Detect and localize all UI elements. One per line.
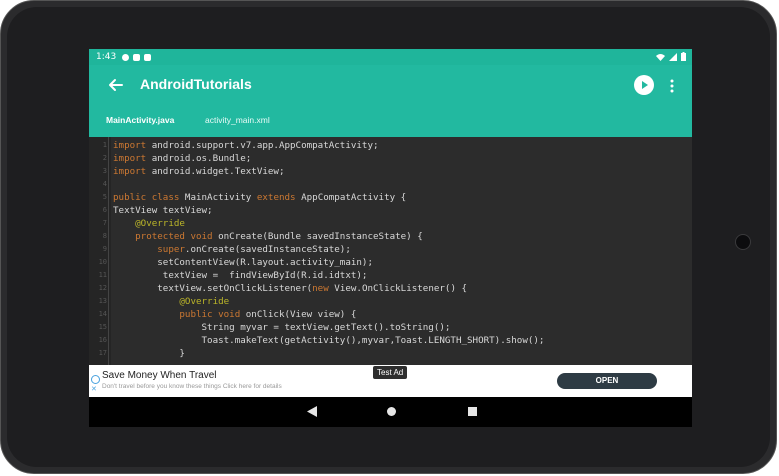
- line-number: 15: [98, 323, 107, 331]
- line-number: 9: [102, 245, 107, 253]
- back-arrow-icon[interactable]: [106, 75, 126, 95]
- line-number: 3: [102, 167, 107, 175]
- code-line[interactable]: public void onClick(View view) {: [113, 308, 356, 321]
- status-bar: 1:43: [89, 49, 692, 65]
- code-line[interactable]: setContentView(R.layout.activity_main);: [113, 256, 373, 269]
- line-number: 11: [98, 271, 107, 279]
- code-token: String myvar = textView.getText().toStri…: [113, 322, 451, 333]
- code-token: extends: [256, 192, 302, 203]
- app-bar: AndroidTutorials: [89, 65, 692, 105]
- ad-subtitle: Don't travel before you know these thing…: [102, 383, 282, 390]
- code-token: AppCompatActivity {: [301, 192, 407, 203]
- code-line[interactable]: Toast.makeText(getActivity(),myvar,Toast…: [113, 334, 545, 347]
- line-number: 2: [102, 154, 107, 162]
- line-number: 7: [102, 219, 107, 227]
- code-line[interactable]: import android.widget.TextView;: [113, 165, 285, 178]
- code-token: super: [113, 244, 185, 255]
- notification-icon: [133, 53, 141, 61]
- code-line[interactable]: TextView textView;: [113, 204, 213, 217]
- code-line[interactable]: textView.setOnClickListener(new View.OnC…: [113, 282, 467, 295]
- code-token: @Override: [113, 296, 230, 307]
- line-number: 10: [98, 258, 107, 266]
- tab-activity-main-xml[interactable]: activity_main.xml: [205, 115, 270, 125]
- code-line[interactable]: public class MainActivity extends AppCom…: [113, 191, 406, 204]
- sd-card-icon: [144, 53, 152, 61]
- tablet-frame: 1:43 AndroidTutorials MainActivity.java …: [0, 0, 777, 474]
- test-ad-badge: Test Ad: [373, 366, 408, 379]
- nav-home-icon[interactable]: [387, 407, 396, 416]
- ad-open-button[interactable]: OPEN: [557, 373, 657, 389]
- line-number: 14: [98, 310, 107, 318]
- code-token: }: [113, 348, 185, 359]
- tab-mainactivity-java[interactable]: MainActivity.java: [106, 115, 174, 125]
- ad-close-icon[interactable]: ✕: [91, 386, 97, 393]
- code-line[interactable]: import android.support.v7.app.AppCompatA…: [113, 139, 379, 152]
- code-token: onClick(View view) {: [245, 309, 357, 320]
- code-token: android.widget.TextView;: [151, 166, 285, 177]
- code-token: import: [113, 166, 152, 177]
- tab-bar: MainActivity.java activity_main.xml: [89, 105, 692, 137]
- code-token: android.os.Bundle;: [151, 153, 252, 164]
- code-line[interactable]: @Override: [113, 217, 185, 230]
- code-line[interactable]: }: [113, 347, 185, 360]
- app-title: AndroidTutorials: [140, 76, 252, 92]
- nav-back-icon[interactable]: [307, 406, 317, 417]
- code-token: .onCreate(savedInstanceState);: [184, 244, 351, 255]
- gutter-divider: [108, 137, 109, 365]
- code-token: textView.setOnClickListener(: [113, 283, 313, 294]
- code-token: TextView textView;: [113, 205, 213, 216]
- line-number: 5: [102, 193, 107, 201]
- code-token: import: [113, 153, 152, 164]
- code-token: protected void: [113, 231, 219, 242]
- code-token: View.OnClickListener() {: [334, 283, 468, 294]
- line-number: 8: [102, 232, 107, 240]
- settings-icon: [122, 53, 130, 61]
- line-number: 4: [102, 180, 107, 188]
- code-token: public class: [113, 192, 185, 203]
- wifi-icon: [656, 53, 665, 61]
- play-icon[interactable]: [634, 75, 654, 95]
- line-number: 16: [98, 336, 107, 344]
- code-token: import: [113, 140, 152, 151]
- ad-info-icon[interactable]: [91, 375, 100, 384]
- code-line[interactable]: @Override: [113, 295, 229, 308]
- code-token: onCreate(Bundle savedInstanceState) {: [218, 231, 423, 242]
- code-token: textView = findViewById(R.id.idtxt);: [113, 270, 368, 281]
- code-token: setContentView(R.layout.activity_main);: [113, 257, 373, 268]
- camera-lens: [735, 234, 751, 250]
- status-time: 1:43: [96, 52, 117, 62]
- code-line[interactable]: super.onCreate(savedInstanceState);: [113, 243, 351, 256]
- ad-title: Save Money When Travel: [102, 370, 217, 381]
- code-token: new: [312, 283, 335, 294]
- code-token: android.support.v7.app.AppCompatActivity…: [151, 140, 379, 151]
- code-token: MainActivity: [184, 192, 257, 203]
- navigation-bar: [89, 397, 692, 427]
- code-line[interactable]: import android.os.Bundle;: [113, 152, 251, 165]
- code-editor[interactable]: 1 import android.support.v7.app.AppCompat…: [89, 137, 692, 365]
- more-vert-icon[interactable]: [667, 76, 677, 96]
- line-number: 12: [98, 284, 107, 292]
- signal-icon: [669, 52, 677, 61]
- battery-icon: [681, 52, 686, 61]
- line-number: 1: [102, 141, 107, 149]
- nav-recents-icon[interactable]: [468, 407, 477, 416]
- line-number: 17: [98, 349, 107, 357]
- code-token: public void: [113, 309, 246, 320]
- code-line[interactable]: protected void onCreate(Bundle savedInst…: [113, 230, 423, 243]
- line-number: 13: [98, 297, 107, 305]
- code-token: @Override: [113, 218, 185, 229]
- code-token: Toast.makeText(getActivity(),myvar,Toast…: [113, 335, 545, 346]
- code-line[interactable]: textView = findViewById(R.id.idtxt);: [113, 269, 368, 282]
- screen: 1:43 AndroidTutorials MainActivity.java …: [89, 49, 692, 427]
- line-number: 6: [102, 206, 107, 214]
- code-line[interactable]: String myvar = textView.getText().toStri…: [113, 321, 451, 334]
